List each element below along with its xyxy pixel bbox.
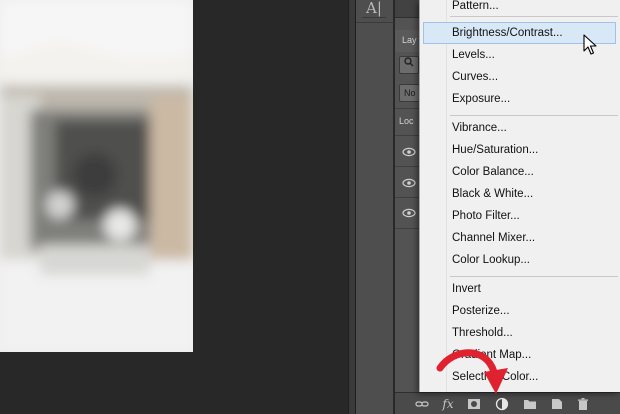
curved-arrow-icon [436,349,508,394]
character-panel-icon[interactable]: A| [362,0,386,18]
document-canvas[interactable] [0,0,348,414]
link-layers-icon[interactable] [415,397,429,411]
menu-item-black-white[interactable]: Black & White... [420,184,620,206]
menu-separator [450,276,618,277]
menu-item-color-lookup[interactable]: Color Lookup... [420,250,620,272]
filter-kind-icon[interactable] [399,56,419,74]
menu-item-photo-filter[interactable]: Photo Filter... [420,206,620,228]
menu-item-curves[interactable]: Curves... [420,67,620,89]
panel-icon-strip: A| [356,0,394,414]
eye-icon[interactable] [402,178,416,188]
blend-mode-select[interactable]: No [399,84,421,102]
menu-item-exposure[interactable]: Exposure... [420,89,620,111]
new-layer-icon[interactable] [550,397,564,411]
lock-label: Loc [399,116,414,126]
panel-divider[interactable] [348,0,356,414]
menu-item-channel-mixer[interactable]: Channel Mixer... [420,228,620,250]
new-group-icon[interactable] [523,397,537,411]
menu-item-hue-saturation[interactable]: Hue/Saturation... [420,140,620,162]
menu-separator [450,16,618,17]
blurred-photo [0,0,193,352]
menu-item-posterize[interactable]: Posterize... [420,301,620,323]
strip-divider [356,22,394,23]
eye-icon[interactable] [402,147,416,157]
trash-icon[interactable] [576,397,590,411]
menu-item-color-balance[interactable]: Color Balance... [420,162,620,184]
menu-item-invert[interactable]: Invert [420,279,620,301]
mouse-cursor-icon [583,34,597,55]
menu-item-vibrance[interactable]: Vibrance... [420,118,620,140]
adjustment-layer-menu: Pattern... Brightness/Contrast... Levels… [419,0,620,392]
eye-icon[interactable] [402,208,416,218]
menu-separator [450,115,618,116]
